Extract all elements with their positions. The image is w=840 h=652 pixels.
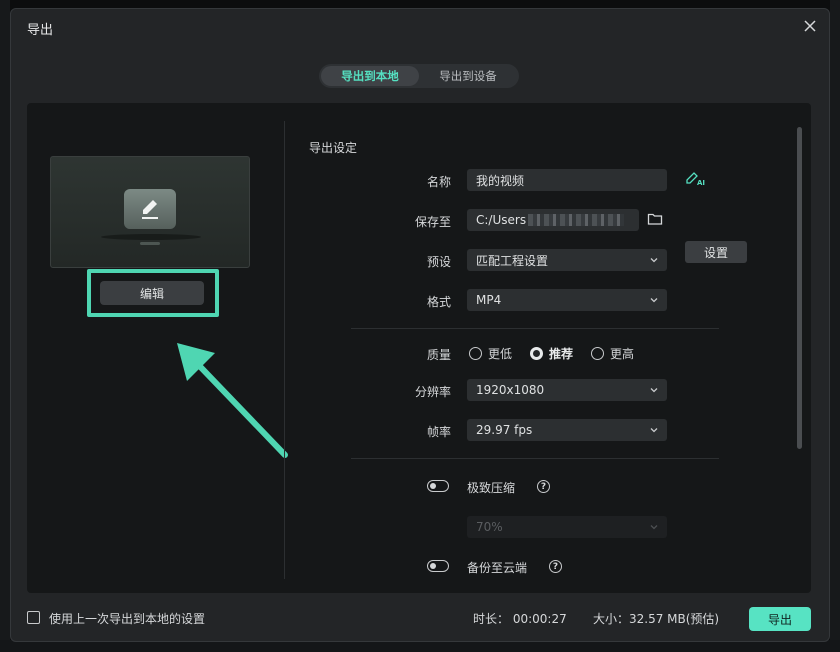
- framerate-select[interactable]: 29.97 fps: [467, 419, 667, 441]
- help-icon[interactable]: ?: [549, 560, 562, 573]
- compress-toggle[interactable]: [427, 480, 449, 492]
- export-settings-title: 导出设定: [309, 141, 358, 155]
- save-path-value: C:/Users: [476, 213, 527, 227]
- redacted-path: [528, 214, 625, 226]
- quality-option-high[interactable]: 更高: [591, 345, 634, 362]
- section-divider: [351, 328, 719, 329]
- section-divider: [351, 458, 719, 459]
- preset-label: 预设: [426, 255, 451, 269]
- export-button[interactable]: 导出: [749, 607, 811, 631]
- name-label: 名称: [426, 175, 451, 189]
- ai-rename-icon[interactable]: AI: [685, 171, 707, 187]
- scrollbar-thumb[interactable]: [797, 127, 802, 449]
- quality-radio-group: 更低 推荐 更高: [469, 345, 652, 362]
- edit-highlight-box: 编辑: [87, 269, 219, 317]
- cloud-backup-label: 备份至云端: [467, 561, 528, 575]
- chevron-down-icon: [650, 388, 658, 393]
- thumbnail-shadow: [101, 234, 201, 240]
- quality-option-low-label: 更低: [488, 347, 513, 361]
- close-button[interactable]: [801, 17, 819, 35]
- export-dialog: 导出 导出到本地 导出到设备 编辑 导出设定 名称 我的视频 AI 保存至 C:…: [10, 8, 830, 642]
- thumbnail-reflection: [140, 242, 160, 245]
- chevron-down-icon: [650, 258, 658, 263]
- tab-export-local[interactable]: 导出到本地: [321, 66, 419, 86]
- cloud-backup-toggle[interactable]: [427, 560, 449, 572]
- resolution-select[interactable]: 1920x1080: [467, 379, 667, 401]
- preset-value: 匹配工程设置: [476, 253, 549, 268]
- name-input[interactable]: 我的视频: [467, 169, 667, 191]
- toggle-knob: [430, 562, 436, 569]
- chevron-down-icon: [650, 428, 658, 433]
- preset-settings-button[interactable]: 设置: [685, 241, 747, 263]
- compress-level-value: 70%: [476, 520, 503, 534]
- export-tabs: 导出到本地 导出到设备: [319, 64, 519, 88]
- svg-text:AI: AI: [697, 179, 705, 187]
- format-select[interactable]: MP4: [467, 289, 667, 311]
- background-app-left: [0, 0, 10, 652]
- resolution-label: 分辨率: [414, 385, 451, 399]
- chevron-down-icon: [650, 525, 658, 530]
- folder-icon[interactable]: [647, 211, 663, 227]
- resolution-value: 1920x1080: [476, 383, 545, 397]
- use-last-settings-label: 使用上一次导出到本地的设置: [49, 612, 206, 626]
- radio-icon: [469, 347, 482, 360]
- dialog-title: 导出: [27, 23, 54, 38]
- save-to-label: 保存至: [414, 215, 451, 229]
- edit-button[interactable]: 编辑: [100, 281, 204, 305]
- format-value: MP4: [476, 293, 502, 307]
- quality-option-recommended[interactable]: 推荐: [530, 345, 573, 362]
- estimated-size-text: 大小：32.57 MB(预估): [593, 612, 720, 626]
- quality-option-low[interactable]: 更低: [469, 345, 512, 362]
- preset-select[interactable]: 匹配工程设置: [467, 249, 667, 271]
- toggle-knob: [430, 482, 436, 489]
- close-icon: [804, 20, 816, 32]
- name-value: 我的视频: [476, 173, 525, 188]
- quality-label: 质量: [426, 348, 451, 362]
- chevron-down-icon: [650, 298, 658, 303]
- format-label: 格式: [426, 295, 451, 309]
- export-content-panel: 编辑 导出设定 名称 我的视频 AI 保存至 C:/Users 预设 匹配工程设…: [27, 103, 811, 593]
- quality-option-recommended-label: 推荐: [549, 347, 574, 361]
- duration-text: 时长： 00:00:27: [473, 612, 567, 626]
- annotation-arrow-icon: [177, 343, 288, 458]
- compress-level-select[interactable]: 70%: [467, 516, 667, 538]
- framerate-value: 29.97 fps: [476, 423, 533, 437]
- background-app-right: [830, 0, 840, 652]
- radio-selected-icon: [530, 347, 544, 360]
- video-thumbnail: [50, 156, 250, 268]
- quality-option-high-label: 更高: [610, 347, 635, 361]
- tab-export-device[interactable]: 导出到设备: [419, 66, 517, 86]
- save-path-input[interactable]: C:/Users: [467, 209, 639, 231]
- compress-label: 极致压缩: [467, 481, 516, 495]
- use-last-settings-checkbox[interactable]: [27, 611, 40, 624]
- help-icon[interactable]: ?: [537, 480, 550, 493]
- pencil-edit-icon: [124, 189, 176, 229]
- radio-icon: [591, 347, 605, 360]
- framerate-label: 帧率: [426, 425, 451, 439]
- panel-divider: [284, 121, 285, 579]
